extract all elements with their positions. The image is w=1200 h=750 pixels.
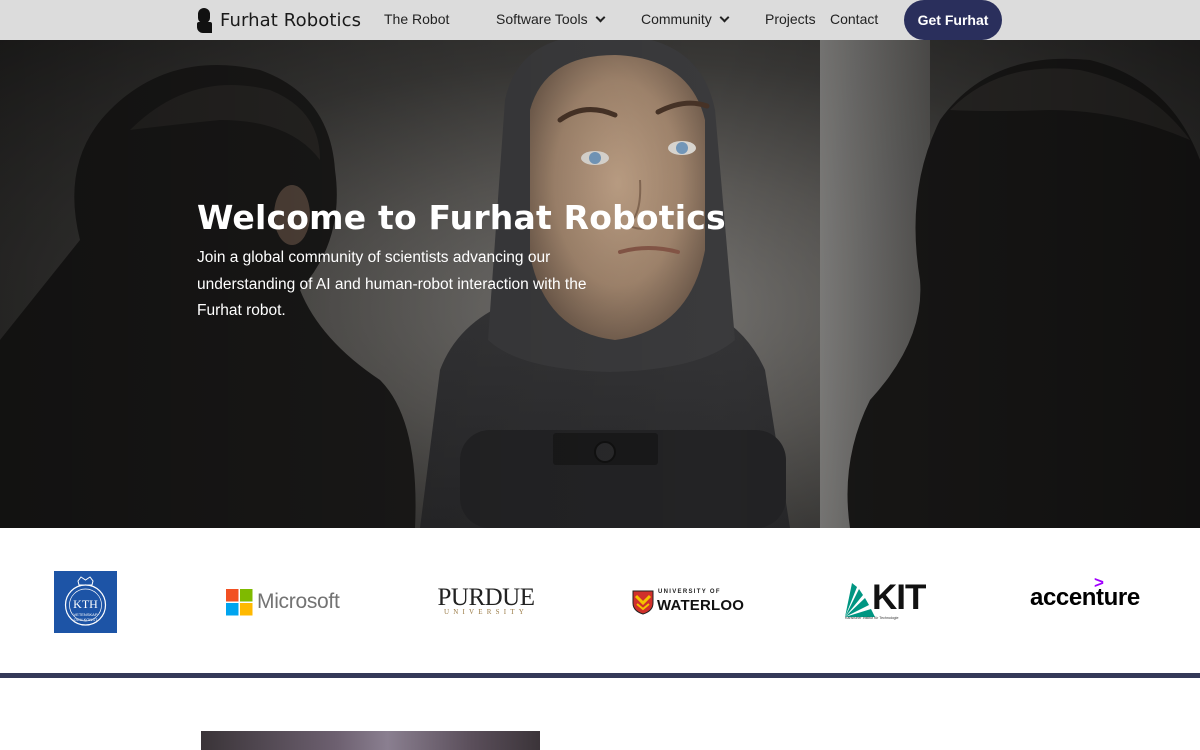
nav-item-the-robot[interactable]: The Robot [384,11,449,27]
microsoft-logo[interactable]: Microsoft [226,588,348,616]
nav-label: Projects [765,11,816,27]
waterloo-crest-icon [632,590,654,615]
accenture-logo-text: accenture [1030,584,1140,611]
nav-item-software-tools[interactable]: Software Tools [496,11,606,27]
nav-label: Community [641,11,712,27]
brand-name: Furhat Robotics [220,9,362,31]
kth-logo[interactable]: KTH VETENSKAP OCH KONST [54,571,117,633]
kit-logo-text: KIT [872,578,926,617]
top-navigation: Furhat Robotics The Robot Software Tools… [0,0,1200,40]
nav-label: The Robot [384,11,450,27]
nav-item-projects[interactable]: Projects [765,11,816,27]
brand-logo[interactable]: Furhat Robotics [197,7,361,33]
kth-logo-motto: VETENSKAP OCH KONST [73,612,98,622]
get-furhat-button[interactable]: Get Furhat [904,0,1002,40]
kth-logo-text: KTH [73,597,98,611]
nav-label: Contact [830,11,879,27]
waterloo-university-of-text: UNIVERSITY OF [658,589,721,595]
partner-logos-strip: KTH VETENSKAP OCH KONST Microsoft PURDUE… [0,528,1200,673]
hero-subtitle: Join a global community of scientists ad… [197,249,587,319]
furhat-logo-icon [197,7,212,33]
chevron-down-icon [719,12,730,22]
hero-banner: Welcome to Furhat Robotics Join a global… [0,40,1200,528]
kit-logo[interactable]: KIT Karlsruher Institut für Technologie [845,578,927,621]
chevron-down-icon [595,12,606,22]
section-divider [0,673,1200,678]
microsoft-logo-text: Microsoft [257,590,340,613]
waterloo-logo[interactable]: UNIVERSITY OF WATERLOO [632,588,744,616]
purdue-logo[interactable]: PURDUE UNIVERSITY [436,585,536,619]
kit-tagline-text: Karlsruher Institut für Technologie [845,616,899,620]
accenture-logo[interactable]: > accenture [1030,573,1142,611]
purdue-university-text: UNIVERSITY [444,608,528,616]
kit-fan-icon [845,583,875,617]
nav-item-community[interactable]: Community [641,11,730,27]
nav-label: Software Tools [496,11,588,27]
microsoft-windows-icon [226,588,253,615]
content-image-top [201,731,540,750]
nav-item-contact[interactable]: Contact [830,11,878,27]
hero-title: Welcome to Furhat Robotics [197,198,726,237]
waterloo-logo-text: WATERLOO [657,597,745,614]
